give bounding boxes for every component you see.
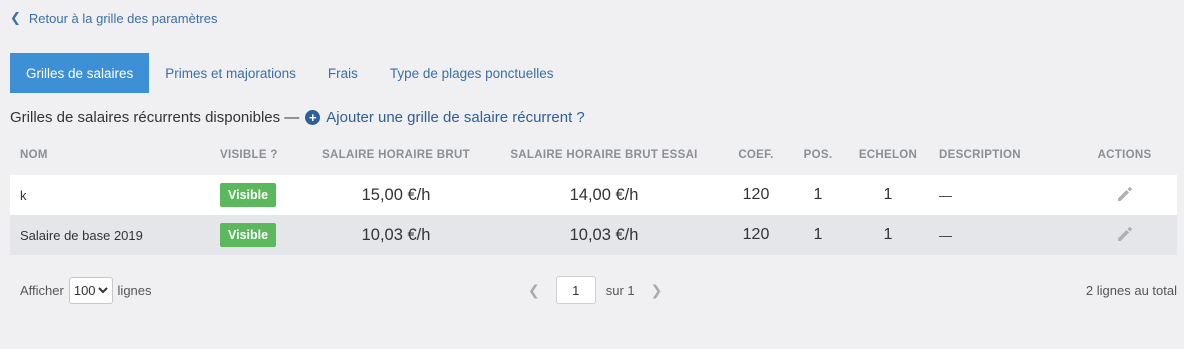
salary-grid-table: NOM VISIBLE ? SALAIRE HORAIRE BRUT SALAI… — [10, 134, 1177, 255]
tab-bar: Grilles de salaires Primes et majoration… — [10, 53, 569, 93]
table-row[interactable]: k Visible 15,00 €/h 14,00 €/h 120 1 1 — — [10, 175, 1177, 215]
prev-page-icon[interactable]: ❮ — [522, 282, 546, 299]
chevron-left-icon: ❮ — [10, 10, 21, 25]
total-count: 2 lignes au total — [1085, 282, 1177, 298]
cell-name: k — [20, 187, 27, 203]
pencil-icon[interactable] — [1116, 225, 1134, 246]
cell-salaire-horaire-brut: 10,03 €/h — [361, 225, 431, 244]
cell-description: — — [939, 187, 952, 203]
cell-echelon: 1 — [883, 186, 893, 203]
back-link[interactable]: ❮ Retour à la grille des paramètres — [10, 10, 218, 26]
header-nom[interactable]: NOM — [10, 149, 210, 161]
cell-pos: 1 — [813, 186, 823, 203]
rows-per-page: Afficher 100 lignes — [20, 276, 152, 304]
header-coef[interactable]: COEF. — [716, 149, 796, 161]
section-heading: Grilles de salaires récurrents disponibl… — [10, 109, 585, 126]
header-salaire-horaire-brut[interactable]: SALAIRE HORAIRE BRUT — [300, 149, 492, 161]
header-echelon[interactable]: ECHELON — [840, 149, 936, 161]
cell-name: Salaire de base 2019 — [20, 227, 143, 243]
table-header: NOM VISIBLE ? SALAIRE HORAIRE BRUT SALAI… — [10, 134, 1177, 175]
cell-pos: 1 — [813, 226, 823, 243]
pencil-icon[interactable] — [1116, 185, 1134, 206]
cell-salaire-horaire-brut: 15,00 €/h — [361, 185, 431, 204]
header-actions: ACTIONS — [1097, 148, 1152, 161]
table-row[interactable]: Salaire de base 2019 Visible 10,03 €/h 1… — [10, 215, 1177, 255]
page-count: sur 1 — [605, 282, 635, 298]
visible-badge: Visible — [220, 223, 277, 247]
rows-per-page-select[interactable]: 100 — [68, 276, 113, 304]
tab-type-de-plages-ponctuelles[interactable]: Type de plages ponctuelles — [374, 53, 570, 93]
cell-description: — — [939, 227, 952, 243]
header-description[interactable]: DESCRIPTION — [936, 149, 1072, 161]
back-link-label: Retour à la grille des paramètres — [28, 10, 218, 26]
header-pos[interactable]: POS. — [796, 149, 840, 161]
page-number-input[interactable] — [555, 276, 596, 304]
header-visible[interactable]: VISIBLE ? — [210, 149, 300, 161]
pagination: ❮ sur 1 ❯ — [522, 276, 668, 304]
show-label: Afficher — [20, 282, 64, 298]
tab-grilles-de-salaires[interactable]: Grilles de salaires — [10, 53, 150, 93]
visible-badge: Visible — [220, 183, 277, 207]
tab-primes-et-majorations[interactable]: Primes et majorations — [149, 53, 312, 93]
cell-echelon: 1 — [883, 226, 893, 243]
header-salaire-horaire-brut-essai[interactable]: SALAIRE HORAIRE BRUT ESSAI — [492, 149, 716, 161]
cell-coef: 120 — [742, 226, 770, 243]
cell-salaire-horaire-brut-essai: 10,03 €/h — [569, 225, 639, 244]
cell-salaire-horaire-brut-essai: 14,00 €/h — [569, 185, 639, 204]
plus-circle-icon: + — [305, 110, 321, 125]
section-title-text: Grilles de salaires récurrents disponibl… — [10, 109, 300, 126]
cell-coef: 120 — [742, 186, 770, 203]
next-page-icon[interactable]: ❯ — [645, 282, 669, 299]
tab-frais[interactable]: Frais — [312, 53, 374, 93]
add-link-label: Ajouter une grille de salaire récurrent … — [326, 109, 585, 126]
lines-label: lignes — [117, 282, 152, 298]
chevron-down-icon — [97, 287, 108, 294]
add-recurring-grid-link[interactable]: + Ajouter une grille de salaire récurren… — [305, 109, 585, 126]
table-footer: Afficher 100 lignes ❮ sur 1 ❯ 2 lignes a… — [10, 276, 1177, 304]
